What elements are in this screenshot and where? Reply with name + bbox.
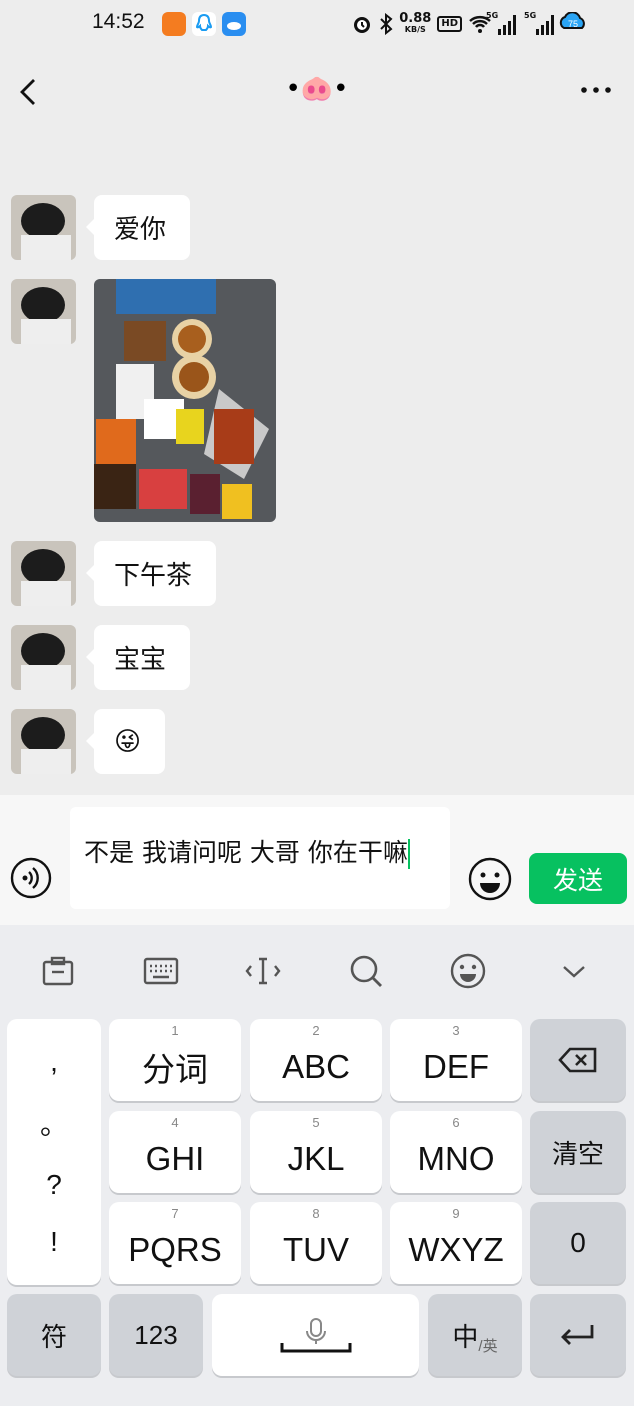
key-label: ABC (282, 1048, 350, 1085)
punct-exclaim[interactable]: ! (50, 1226, 58, 1258)
battery-icon: 75 (559, 12, 585, 29)
mic-icon (280, 1318, 351, 1353)
chat-title: •🐽• (285, 74, 349, 104)
language-key[interactable]: 中/英 (428, 1294, 522, 1376)
send-button[interactable]: 发送 (529, 853, 627, 904)
symbol-key[interactable]: 符 (7, 1294, 101, 1376)
key-number: 1 (171, 1023, 179, 1038)
punct-comma[interactable]: , (50, 1046, 58, 1078)
avatar[interactable] (11, 195, 76, 260)
key-number: 5 (312, 1115, 320, 1130)
message-text: 下午茶 (114, 561, 193, 591)
hd-badge: HD (437, 16, 462, 32)
message-emoji: 😜 (114, 726, 142, 757)
key-label: MNO (417, 1140, 495, 1177)
lang-main-label: 中 (452, 1321, 479, 1352)
status-time: 14:52 (92, 10, 145, 33)
voice-icon[interactable] (10, 857, 52, 899)
key-5[interactable]: 5 JKL (250, 1111, 382, 1193)
input-bar: 不是 我请问呢 大哥 你在干嘛 发送 (0, 795, 634, 925)
message-input-text[interactable]: 不是 我请问呢 大哥 你在干嘛 (84, 833, 434, 873)
text-caret (407, 839, 410, 869)
key-8[interactable]: 8 TUV (250, 1202, 382, 1284)
key-label: DEF (423, 1048, 489, 1085)
clear-label: 清空 (551, 1138, 604, 1169)
clear-key[interactable]: 清空 (530, 1111, 626, 1193)
punct-period[interactable]: 。 (40, 1103, 68, 1143)
message-bubble[interactable]: 😜 (85, 709, 166, 774)
image-message[interactable] (94, 279, 276, 522)
enter-icon (561, 1325, 594, 1345)
key-3[interactable]: 3 DEF (390, 1019, 522, 1101)
key-number: 3 (452, 1023, 460, 1038)
emoji-icon[interactable] (468, 857, 512, 901)
network-type-1: 5G (486, 11, 499, 20)
punct-question[interactable]: ? (46, 1169, 62, 1201)
zero-key[interactable]: 0 (530, 1202, 626, 1284)
keyboard: , 。 ? ! 1 分词 2 ABC 3 DEF 4 GHI 5 JKL 6 MNO 清空 … (0, 925, 634, 1406)
network-speed: 0.88 KB/S (399, 11, 432, 35)
key-2[interactable]: 2 ABC (250, 1019, 382, 1101)
key-number: 9 (452, 1206, 460, 1221)
key-label: JKL (287, 1140, 345, 1177)
message-bubble[interactable]: 爱你 (85, 195, 191, 260)
key-6[interactable]: 6 MNO (390, 1111, 522, 1193)
numeric-label: 123 (134, 1319, 178, 1350)
cursor-icon[interactable] (245, 953, 281, 989)
network-type-2: 5G (524, 11, 537, 20)
key-number: 6 (452, 1115, 460, 1130)
key-label: 分词 (142, 1051, 208, 1088)
speed-value: 0.88 (399, 11, 432, 26)
avatar[interactable] (11, 541, 76, 606)
chevron-down-icon[interactable] (556, 953, 592, 989)
battery-level: 75 (568, 19, 578, 29)
key-7[interactable]: 7 PQRS (109, 1202, 241, 1284)
lang-sub-label: /英 (478, 1337, 498, 1355)
key-number: 4 (171, 1115, 179, 1130)
message-input[interactable]: 不是 我请问呢 大哥 你在干嘛 (70, 807, 450, 909)
alarm-icon (354, 17, 371, 33)
input-value: 不是 我请问呢 大哥 你在干嘛 (84, 838, 408, 867)
more-icon[interactable] (578, 78, 614, 102)
key-label: GHI (145, 1140, 205, 1177)
keyboard-icon[interactable] (143, 953, 179, 989)
zero-label: 0 (570, 1227, 586, 1258)
backspace-key[interactable] (530, 1019, 626, 1101)
key-9[interactable]: 9 WXYZ (390, 1202, 522, 1284)
avatar[interactable] (11, 709, 76, 774)
key-number: 7 (171, 1206, 179, 1221)
qq-icon (192, 12, 216, 36)
key-number: 2 (312, 1023, 320, 1038)
punctuation-key[interactable]: , 。 ? ! (7, 1019, 101, 1285)
key-4[interactable]: 4 GHI (109, 1111, 241, 1193)
message-bubble[interactable]: 下午茶 (85, 541, 217, 606)
weather-icon (222, 12, 246, 36)
search-icon[interactable] (348, 953, 384, 989)
status-bar: 14:52 0.88 KB/S HD 5G 5G 75 (0, 0, 634, 48)
space-key[interactable] (212, 1294, 419, 1376)
symbol-label: 符 (40, 1321, 67, 1352)
message-text: 宝宝 (114, 645, 167, 675)
signal-bars-2: 5G (524, 11, 554, 35)
chat-header: •🐽• (0, 48, 634, 136)
speed-unit: KB/S (404, 25, 426, 34)
enter-key[interactable] (530, 1294, 626, 1376)
key-label: WXYZ (408, 1231, 504, 1268)
clipboard-icon[interactable] (40, 953, 76, 989)
avatar[interactable] (11, 625, 76, 690)
avatar[interactable] (11, 279, 76, 344)
message-text: 爱你 (114, 215, 167, 245)
key-number: 8 (312, 1206, 320, 1221)
signal-bars-1: 5G (486, 11, 516, 35)
key-label: TUV (283, 1231, 349, 1268)
key-label: PQRS (128, 1231, 222, 1268)
key-1[interactable]: 1 分词 (109, 1019, 241, 1101)
backspace-icon (558, 1047, 597, 1073)
bluetooth-icon (380, 13, 393, 35)
app-notification-icon (162, 12, 186, 36)
smiley-icon[interactable] (450, 953, 486, 989)
numeric-key[interactable]: 123 (109, 1294, 203, 1376)
message-bubble[interactable]: 宝宝 (85, 625, 191, 690)
